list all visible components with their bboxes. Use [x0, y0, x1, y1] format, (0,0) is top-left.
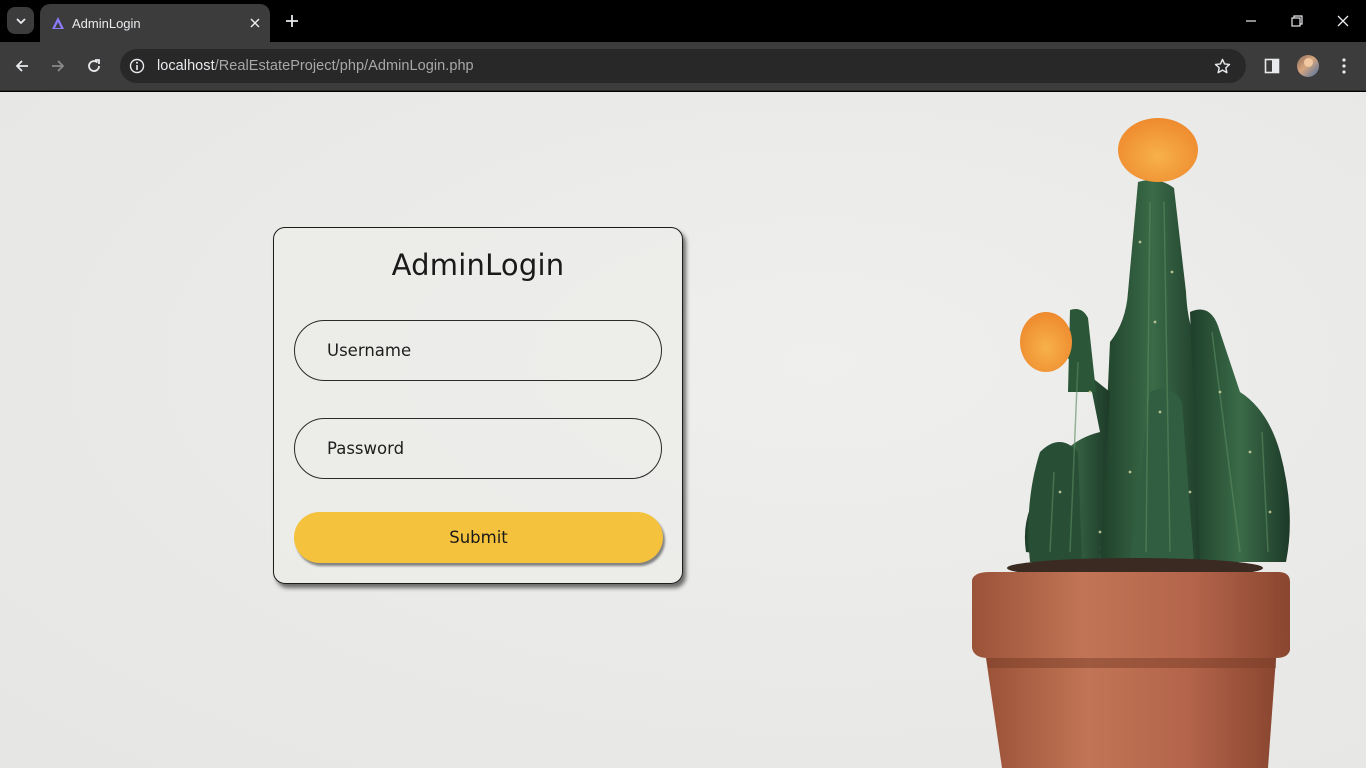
- cactus-image: [972, 118, 1290, 768]
- page-viewport: AdminLogin Submit: [0, 92, 1366, 768]
- side-panel-icon[interactable]: [1258, 52, 1286, 80]
- avatar[interactable]: [1297, 55, 1319, 77]
- back-icon[interactable]: [8, 52, 36, 80]
- kebab-menu-icon[interactable]: [1330, 52, 1358, 80]
- password-input[interactable]: [294, 418, 662, 479]
- minimize-icon[interactable]: [1237, 7, 1265, 35]
- plus-icon[interactable]: [280, 9, 304, 33]
- reload-icon[interactable]: [80, 52, 108, 80]
- submit-button[interactable]: Submit: [294, 512, 663, 563]
- tab-title: AdminLogin: [72, 15, 141, 31]
- favicon-icon: [51, 16, 65, 30]
- restore-icon[interactable]: [1283, 7, 1311, 35]
- window-close-icon[interactable]: [1329, 7, 1357, 35]
- tab-bar: AdminLogin: [0, 0, 1366, 42]
- info-icon[interactable]: [127, 56, 147, 76]
- url-path: /RealEstateProject/php/AdminLogin.php: [214, 58, 474, 74]
- address-bar[interactable]: localhost/RealEstateProject/php/AdminLog…: [120, 49, 1246, 83]
- active-tab[interactable]: AdminLogin: [40, 4, 270, 42]
- star-icon[interactable]: [1212, 56, 1232, 76]
- chevron-down-icon: [15, 17, 26, 24]
- tab-search-button[interactable]: [7, 7, 34, 34]
- page-title: AdminLogin: [391, 248, 565, 282]
- login-form: AdminLogin Submit: [273, 227, 683, 584]
- forward-icon[interactable]: [44, 52, 72, 80]
- username-input[interactable]: [294, 320, 662, 381]
- url-host: localhost: [157, 58, 215, 74]
- close-icon[interactable]: [246, 14, 264, 32]
- browser-toolbar: localhost/RealEstateProject/php/AdminLog…: [0, 42, 1366, 91]
- url-text[interactable]: localhost/RealEstateProject/php/AdminLog…: [157, 58, 474, 74]
